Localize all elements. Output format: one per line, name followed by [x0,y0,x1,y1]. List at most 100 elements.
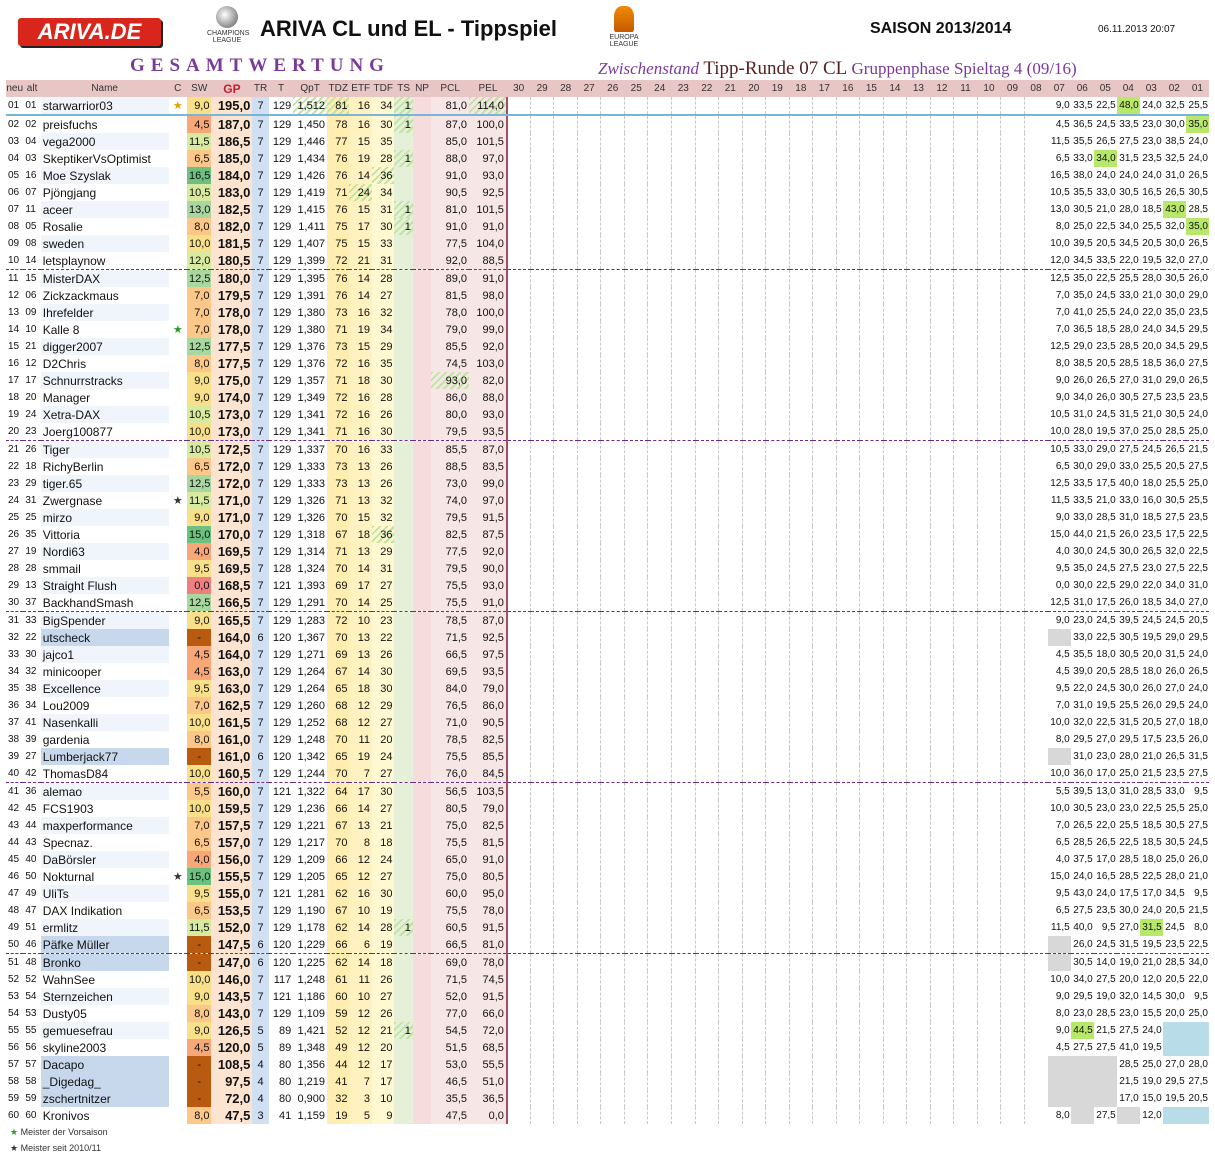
player-name[interactable]: mirzo [40,509,169,526]
player-name[interactable]: Manager [41,389,169,406]
player-name[interactable]: DaBörsler [40,851,169,868]
player-name[interactable]: Pjöngjang [41,184,169,201]
player-name[interactable]: FCS1903 [41,800,169,817]
player-name[interactable]: D2Chris [41,355,169,372]
player-name[interactable]: utscheck [40,629,169,646]
player-name[interactable]: Ihrefelder [40,304,169,321]
player-name[interactable]: tiger.65 [40,475,169,492]
player-name[interactable]: Xetra-DAX [40,406,169,423]
column-header-tr[interactable]: TR [252,80,269,97]
player-name[interactable]: minicooper [41,663,169,680]
column-header-04[interactable]: 04 [1116,80,1140,97]
column-header-10[interactable]: 10 [977,80,1001,97]
player-name[interactable]: RichyBerlin [41,458,169,475]
player-name[interactable]: Zwergnase [41,492,169,509]
player-name[interactable]: skyline2003 [41,1039,169,1056]
column-header-18[interactable]: 18 [789,80,813,97]
player-name[interactable]: Rosalie [41,218,169,235]
player-name[interactable]: sweden [40,235,169,252]
column-header-pcl[interactable]: PCL [431,80,470,97]
player-name[interactable]: MisterDAX [40,269,169,287]
column-header-11[interactable]: 11 [953,80,978,97]
player-name[interactable]: Kronivos [41,1107,169,1124]
player-name[interactable]: DAX Indikation [41,902,169,919]
player-name[interactable]: BackhandSmash [40,594,169,612]
player-name[interactable]: smmail [41,560,169,577]
column-header-01[interactable]: 01 [1185,80,1209,97]
player-name[interactable]: jajco1 [40,646,169,663]
column-header-pel[interactable]: PEL [469,80,507,97]
column-header-name[interactable]: Name [40,80,169,97]
column-header-26[interactable]: 26 [600,80,625,97]
player-name[interactable]: Bronko [40,953,169,971]
player-name[interactable]: Nordi63 [40,543,169,560]
player-name[interactable]: Nokturnal [41,868,169,885]
column-header-09[interactable]: 09 [1000,80,1025,97]
column-header-sw[interactable]: SW [186,80,212,97]
player-name[interactable]: Schnurrstracks [40,372,169,389]
column-header-17[interactable]: 17 [812,80,837,97]
column-header-21[interactable]: 21 [718,80,743,97]
player-name[interactable]: maxperformance [40,817,169,834]
column-header-14[interactable]: 14 [883,80,907,97]
player-name[interactable]: UliTs [40,885,169,902]
column-header-07[interactable]: 07 [1047,80,1071,97]
player-name[interactable]: Vittoria [41,526,169,543]
player-name[interactable]: gardenia [41,731,169,748]
column-header-27[interactable]: 27 [577,80,601,97]
player-name[interactable]: Kalle 8 [41,321,169,338]
player-name[interactable]: ermlitz [40,919,169,936]
player-name[interactable]: Päfke Müller [40,936,169,954]
player-name[interactable]: ThomasD84 [40,765,169,783]
player-name[interactable]: vega2000 [40,133,169,150]
player-name[interactable]: Excellence [40,680,169,697]
column-header-t[interactable]: T [268,80,294,97]
player-name[interactable]: SkeptikerVsOptimist [41,150,169,167]
column-header-etf[interactable]: ETF [349,80,372,97]
player-name[interactable]: preisfuchs [41,115,169,133]
ariva-logo[interactable]: ARIVA.DE [18,18,161,46]
column-header-30[interactable]: 30 [506,80,531,97]
column-header-20[interactable]: 20 [742,80,766,97]
column-header-28[interactable]: 28 [553,80,578,97]
player-name[interactable]: Nasenkalli [40,714,169,731]
player-name[interactable]: BigSpender [40,611,169,629]
player-name[interactable]: alemao [40,782,169,800]
column-header-np[interactable]: NP [412,80,432,97]
player-name[interactable]: zschertnitzer [40,1090,169,1107]
player-name[interactable]: _Digedag_ [40,1073,169,1090]
column-header-16[interactable]: 16 [836,80,860,97]
column-header-08[interactable]: 08 [1024,80,1048,97]
column-header-alt[interactable]: alt [23,80,41,97]
column-header-15[interactable]: 15 [859,80,884,97]
player-name[interactable]: letsplaynow [40,252,169,270]
player-name[interactable]: Tiger [40,440,169,458]
player-name[interactable]: Zickzackmaus [41,287,169,304]
column-header-neu[interactable]: neu [6,80,24,97]
column-header-22[interactable]: 22 [695,80,719,97]
column-header-19[interactable]: 19 [765,80,790,97]
column-header-c[interactable]: C [168,80,187,97]
player-name[interactable]: Dusty05 [41,1005,169,1022]
player-name[interactable]: Dacapo [40,1056,169,1073]
column-header-tdf[interactable]: TDF [371,80,395,97]
column-header-23[interactable]: 23 [671,80,696,97]
column-header-02[interactable]: 02 [1162,80,1186,97]
column-header-06[interactable]: 06 [1070,80,1094,97]
column-header-ts[interactable]: TS [394,80,413,97]
player-name[interactable]: Lumberjack77 [40,748,169,765]
column-header-qpt[interactable]: QpT [293,80,327,97]
column-header-13[interactable]: 13 [906,80,931,97]
player-name[interactable]: starwarrior03 [40,97,169,116]
column-header-05[interactable]: 05 [1093,80,1117,97]
player-name[interactable]: Sternzeichen [40,988,169,1005]
player-name[interactable]: aceer [40,201,169,218]
player-name[interactable]: gemuesefrau [40,1022,169,1039]
player-name[interactable]: Joerg100877 [40,423,169,441]
player-name[interactable]: WahnSee [41,971,169,988]
column-header-12[interactable]: 12 [930,80,954,97]
player-name[interactable]: Straight Flush [40,577,169,594]
player-name[interactable]: Specnaz. [41,834,169,851]
player-name[interactable]: Moe Szyslak [40,167,169,184]
column-header-03[interactable]: 03 [1139,80,1163,97]
